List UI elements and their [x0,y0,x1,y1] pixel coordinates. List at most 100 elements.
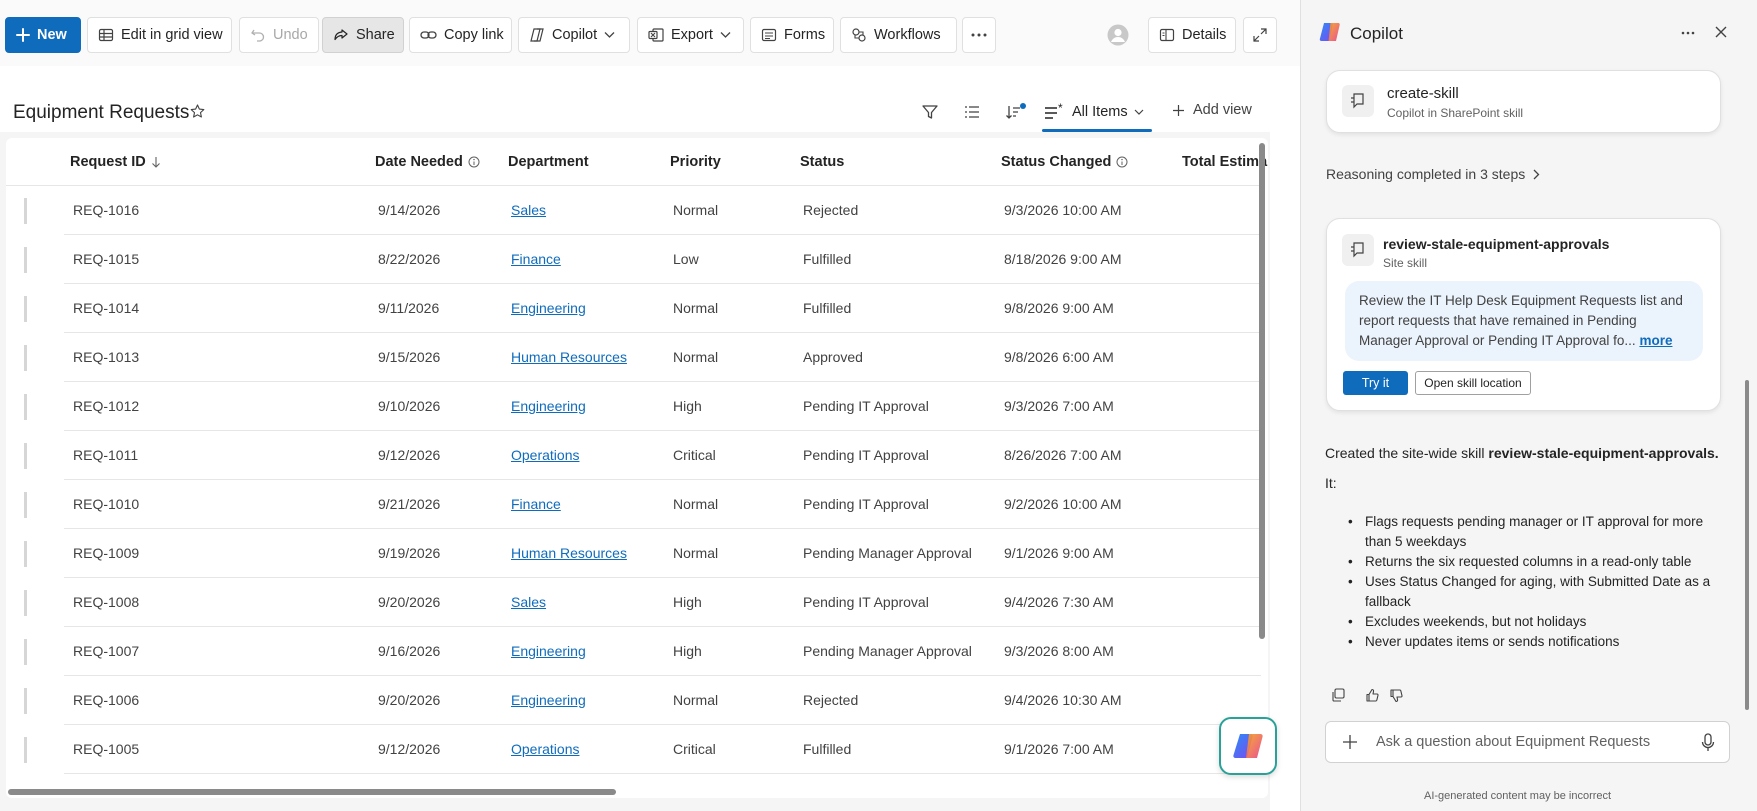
status-changed-cell: 9/4/2026 7:30 AM [1004,594,1114,610]
department-link[interactable]: Engineering [511,692,586,708]
reasoning-toggle[interactable]: Reasoning completed in 3 steps [1326,166,1540,182]
chevron-down-icon [604,32,615,38]
column-header-status-changed[interactable]: Status Changed [1001,154,1128,170]
department-link[interactable]: Engineering [511,300,586,316]
group-by-button[interactable] [960,96,984,128]
table-row[interactable]: REQ-1007 9/16/2026 Engineering High Pending … [6,627,1261,676]
ask-input[interactable]: Ask a question about Equipment Requests [1325,721,1730,763]
priority-cell: High [673,398,702,414]
copilot-floating-button[interactable] [1219,717,1277,775]
table-row[interactable]: REQ-1015 8/22/2026 Finance Low Fulfilled 8/18… [6,235,1261,284]
avatar[interactable] [1104,17,1132,53]
department-link[interactable]: Finance [511,251,561,267]
department-link[interactable]: Operations [511,447,579,463]
try-it-button[interactable]: Try it [1343,371,1408,395]
row-select-handle[interactable] [24,247,28,273]
column-header-request-id[interactable]: Request ID [70,154,161,170]
more-link[interactable]: more [1639,333,1672,348]
status-cell: Pending IT Approval [803,398,929,414]
copy-button[interactable] [1331,688,1345,702]
department-link[interactable]: Finance [511,496,561,512]
filter-button[interactable] [918,96,942,128]
status-changed-cell: 9/4/2026 10:30 AM [1004,692,1122,708]
copy-link-button[interactable]: Copy link [409,17,512,53]
row-select-handle[interactable] [24,394,28,420]
undo-button[interactable]: Undo [239,17,319,53]
row-select-handle[interactable] [24,688,28,714]
table-row[interactable]: REQ-1011 9/12/2026 Operations Critical Pendi… [6,431,1261,480]
department-link[interactable]: Sales [511,202,546,218]
copilot-menu-button[interactable]: Copilot [518,17,630,53]
request-id-cell: REQ-1007 [73,643,140,659]
department-link[interactable]: Human Resources [511,545,627,561]
column-label: Total Estima [1182,154,1268,170]
view-icon: * [1045,103,1063,119]
department-link[interactable]: Operations [511,741,579,757]
department-link[interactable]: Engineering [511,398,586,414]
plus-icon[interactable] [1340,732,1360,752]
row-select-handle[interactable] [24,590,28,616]
undo-icon [251,29,265,42]
table-row[interactable]: REQ-1005 9/12/2026 Operations Critical Fulfi… [6,725,1261,774]
request-id-cell: REQ-1013 [73,349,140,365]
create-skill-card[interactable] [1326,70,1721,133]
table-row[interactable]: REQ-1012 9/10/2026 Engineering High Pending … [6,382,1261,431]
table-row[interactable]: REQ-1013 9/15/2026 Human Resources Normal Ap… [6,333,1261,382]
page-title: Equipment Requests [13,102,190,123]
table-row[interactable]: REQ-1006 9/20/2026 Engineering Normal Reject… [6,676,1261,725]
details-button[interactable]: Details [1148,17,1236,53]
more-options-icon[interactable] [1681,31,1695,35]
close-icon[interactable] [1715,26,1727,38]
thumbs-up-button[interactable] [1365,688,1380,703]
copilot-icon [530,28,544,42]
thumbs-down-button[interactable] [1389,688,1404,703]
open-skill-location-button[interactable]: Open skill location [1415,371,1531,395]
request-id-cell: REQ-1006 [73,692,140,708]
table-row[interactable]: REQ-1010 9/21/2026 Finance Normal Pending IT… [6,480,1261,529]
add-view-button[interactable]: Add view [1172,102,1252,118]
microphone-icon[interactable] [1701,733,1715,753]
favorite-star-icon[interactable] [190,104,205,122]
column-header-date-needed[interactable]: Date Needed [375,154,480,170]
forms-button[interactable]: Forms [750,17,834,53]
view-selector[interactable]: * All Items [1038,92,1160,132]
new-button[interactable]: New [5,17,81,53]
row-select-handle[interactable] [24,443,28,469]
more-commands-button[interactable] [962,17,996,53]
row-select-handle[interactable] [24,737,28,763]
status-cell: Pending IT Approval [803,496,929,512]
workflows-button[interactable]: Workflows [840,17,957,53]
copilot-scrollbar[interactable] [1745,380,1749,710]
column-header-total-estimate[interactable]: Total Estima [1182,154,1267,170]
ask-placeholder: Ask a question about Equipment Requests [1376,734,1651,750]
status-changed-cell: 9/3/2026 8:00 AM [1004,643,1114,659]
export-button[interactable]: Export [637,17,744,53]
row-select-handle[interactable] [24,492,28,518]
thumbs-up-icon [1366,688,1379,702]
share-button[interactable]: Share [322,17,404,53]
response-bullet: Excludes weekends, but not holidays [1345,612,1725,632]
table-row[interactable]: REQ-1008 9/20/2026 Sales High Pending IT App… [6,578,1261,627]
row-select-handle[interactable] [24,345,28,371]
date-needed-cell: 9/10/2026 [378,398,441,414]
sort-button[interactable] [1002,96,1030,128]
row-select-handle[interactable] [24,541,28,567]
table-row[interactable]: REQ-1016 9/14/2026 Sales Normal Rejected 9/3/… [6,186,1261,235]
vertical-scrollbar[interactable] [1259,143,1265,639]
table-row[interactable]: REQ-1009 9/19/2026 Human Resources Normal Pe… [6,529,1261,578]
row-select-handle[interactable] [24,639,28,665]
expand-button[interactable] [1243,17,1277,53]
horizontal-scrollbar[interactable] [8,789,616,795]
row-select-handle[interactable] [24,296,28,322]
row-select-handle[interactable] [24,198,28,224]
column-header-status[interactable]: Status [800,154,844,170]
department-link[interactable]: Sales [511,594,546,610]
column-header-priority[interactable]: Priority [670,154,721,170]
column-header-department[interactable]: Department [508,154,589,170]
department-link[interactable]: Human Resources [511,349,627,365]
priority-cell: Normal [673,692,719,708]
department-link[interactable]: Engineering [511,643,586,659]
filter-icon [922,105,938,119]
table-row[interactable]: REQ-1014 9/11/2026 Engineering Normal Fulfil… [6,284,1261,333]
edit-in-grid-view-button[interactable]: Edit in grid view [87,17,232,53]
